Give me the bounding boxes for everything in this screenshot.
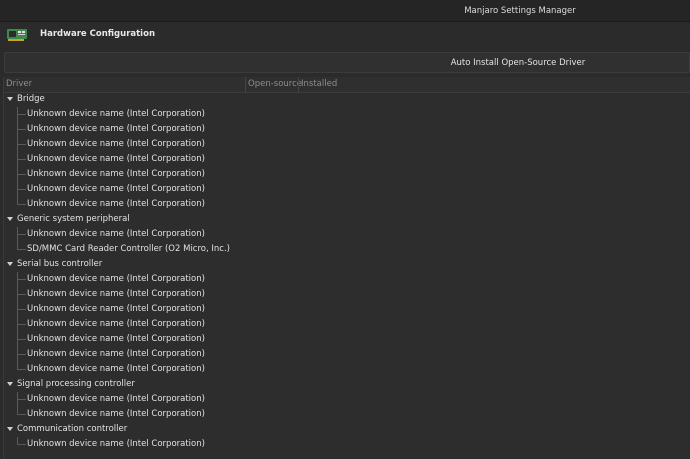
tree-branch-line <box>17 234 26 235</box>
tree-branch-line <box>17 144 26 145</box>
device-name: Unknown device name (Intel Corporation) <box>27 334 205 344</box>
hardware-tree[interactable]: Driver Open-source Installed Bridge Unkno… <box>3 77 690 459</box>
tree-device-row[interactable]: Unknown device name (Intel Corporation) <box>4 107 690 122</box>
tree-group-row[interactable]: Signal processing controller <box>4 377 690 392</box>
column-open-source[interactable]: Open-source <box>248 79 302 89</box>
tree-device-row[interactable]: Unknown device name (Intel Corporation) <box>4 437 690 452</box>
column-separator[interactable] <box>298 77 299 92</box>
tree-branch-line <box>17 324 26 325</box>
window-title: Manjaro Settings Manager <box>464 6 576 16</box>
tree-branch-line <box>17 129 26 130</box>
auto-install-button[interactable]: Auto Install Open-Source Driver <box>4 52 690 73</box>
tree-group-label: Signal processing controller <box>17 379 135 389</box>
tree-group-row[interactable]: Bridge <box>4 92 690 107</box>
tree-device-row[interactable]: Unknown device name (Intel Corporation) <box>4 287 690 302</box>
tree-branch-line <box>17 369 26 370</box>
tree-group-label: Bridge <box>17 94 45 104</box>
tree-device-row[interactable]: Unknown device name (Intel Corporation) <box>4 272 690 287</box>
device-name: Unknown device name (Intel Corporation) <box>27 229 205 239</box>
tree-branch-line <box>17 114 26 115</box>
device-name: Unknown device name (Intel Corporation) <box>27 349 205 359</box>
tree-branch-line <box>17 399 26 400</box>
device-name: Unknown device name (Intel Corporation) <box>27 109 205 119</box>
tree-device-row[interactable]: Unknown device name (Intel Corporation) <box>4 317 690 332</box>
tree-device-row[interactable]: Unknown device name (Intel Corporation) <box>4 122 690 137</box>
tree-device-row[interactable]: Unknown device name (Intel Corporation) <box>4 392 690 407</box>
tree-group-row[interactable]: Communication controller <box>4 422 690 437</box>
device-name: Unknown device name (Intel Corporation) <box>27 199 205 209</box>
device-name: Unknown device name (Intel Corporation) <box>27 364 205 374</box>
device-name: Unknown device name (Intel Corporation) <box>27 154 205 164</box>
tree-device-row[interactable]: Unknown device name (Intel Corporation) <box>4 227 690 242</box>
tree-device-row[interactable]: Unknown device name (Intel Corporation) <box>4 137 690 152</box>
tree-group-label: Serial bus controller <box>17 259 103 269</box>
tree-device-row[interactable]: Unknown device name (Intel Corporation) <box>4 197 690 212</box>
column-header: Driver Open-source Installed <box>4 77 690 93</box>
tree-branch-line <box>17 189 26 190</box>
expand-arrow-icon[interactable] <box>7 262 13 266</box>
auto-install-label: Auto Install Open-Source Driver <box>450 58 586 68</box>
device-name: Unknown device name (Intel Corporation) <box>27 409 205 419</box>
device-name: Unknown device name (Intel Corporation) <box>27 289 205 299</box>
device-name: Unknown device name (Intel Corporation) <box>27 184 205 194</box>
tree-branch-line <box>17 174 26 175</box>
tree-device-row[interactable]: SD/MMC Card Reader Controller (O2 Micro,… <box>4 242 690 257</box>
tree-group-row[interactable]: Generic system peripheral <box>4 212 690 227</box>
device-name: Unknown device name (Intel Corporation) <box>27 319 205 329</box>
column-installed[interactable]: Installed <box>301 79 337 89</box>
tree-device-row[interactable]: Unknown device name (Intel Corporation) <box>4 362 690 377</box>
page-header: Hardware Configuration <box>0 22 690 51</box>
device-name: Unknown device name (Intel Corporation) <box>27 274 205 284</box>
tree-device-row[interactable]: Unknown device name (Intel Corporation) <box>4 332 690 347</box>
tree-branch-line <box>17 444 26 445</box>
device-name: Unknown device name (Intel Corporation) <box>27 304 205 314</box>
device-name: Unknown device name (Intel Corporation) <box>27 394 205 404</box>
tree-device-row[interactable]: Unknown device name (Intel Corporation) <box>4 182 690 197</box>
tree-branch-line <box>17 354 26 355</box>
expand-arrow-icon[interactable] <box>7 382 13 386</box>
expand-arrow-icon[interactable] <box>7 427 13 431</box>
device-name: Unknown device name (Intel Corporation) <box>27 169 205 179</box>
device-name: Unknown device name (Intel Corporation) <box>27 139 205 149</box>
expand-arrow-icon[interactable] <box>7 97 13 101</box>
tree-branch-line <box>17 309 26 310</box>
device-name: Unknown device name (Intel Corporation) <box>27 439 205 449</box>
tree-branch-line <box>17 414 26 415</box>
tree-branch-line <box>17 159 26 160</box>
tree-device-row[interactable]: Unknown device name (Intel Corporation) <box>4 407 690 422</box>
tree-group-label: Communication controller <box>17 424 128 434</box>
tree-branch-line <box>17 249 26 250</box>
tree-branch-line <box>17 339 26 340</box>
tree-device-row[interactable]: Unknown device name (Intel Corporation) <box>4 167 690 182</box>
tree-group-row[interactable]: Serial bus controller <box>4 257 690 272</box>
tree-device-row[interactable]: Unknown device name (Intel Corporation) <box>4 302 690 317</box>
page-title: Hardware Configuration <box>40 29 155 39</box>
tree-branch-line <box>17 279 26 280</box>
graphics-card-icon <box>7 29 27 41</box>
tree-group-label: Generic system peripheral <box>17 214 130 224</box>
column-separator[interactable] <box>245 77 246 92</box>
tree-branch-line <box>17 204 26 205</box>
device-name: Unknown device name (Intel Corporation) <box>27 124 205 134</box>
tree-branch-line <box>17 294 26 295</box>
expand-arrow-icon[interactable] <box>7 217 13 221</box>
tree-device-row[interactable]: Unknown device name (Intel Corporation) <box>4 347 690 362</box>
device-name: SD/MMC Card Reader Controller (O2 Micro,… <box>27 244 230 254</box>
window-titlebar: Manjaro Settings Manager <box>0 0 690 22</box>
column-driver[interactable]: Driver <box>6 79 32 89</box>
tree-device-row[interactable]: Unknown device name (Intel Corporation) <box>4 152 690 167</box>
